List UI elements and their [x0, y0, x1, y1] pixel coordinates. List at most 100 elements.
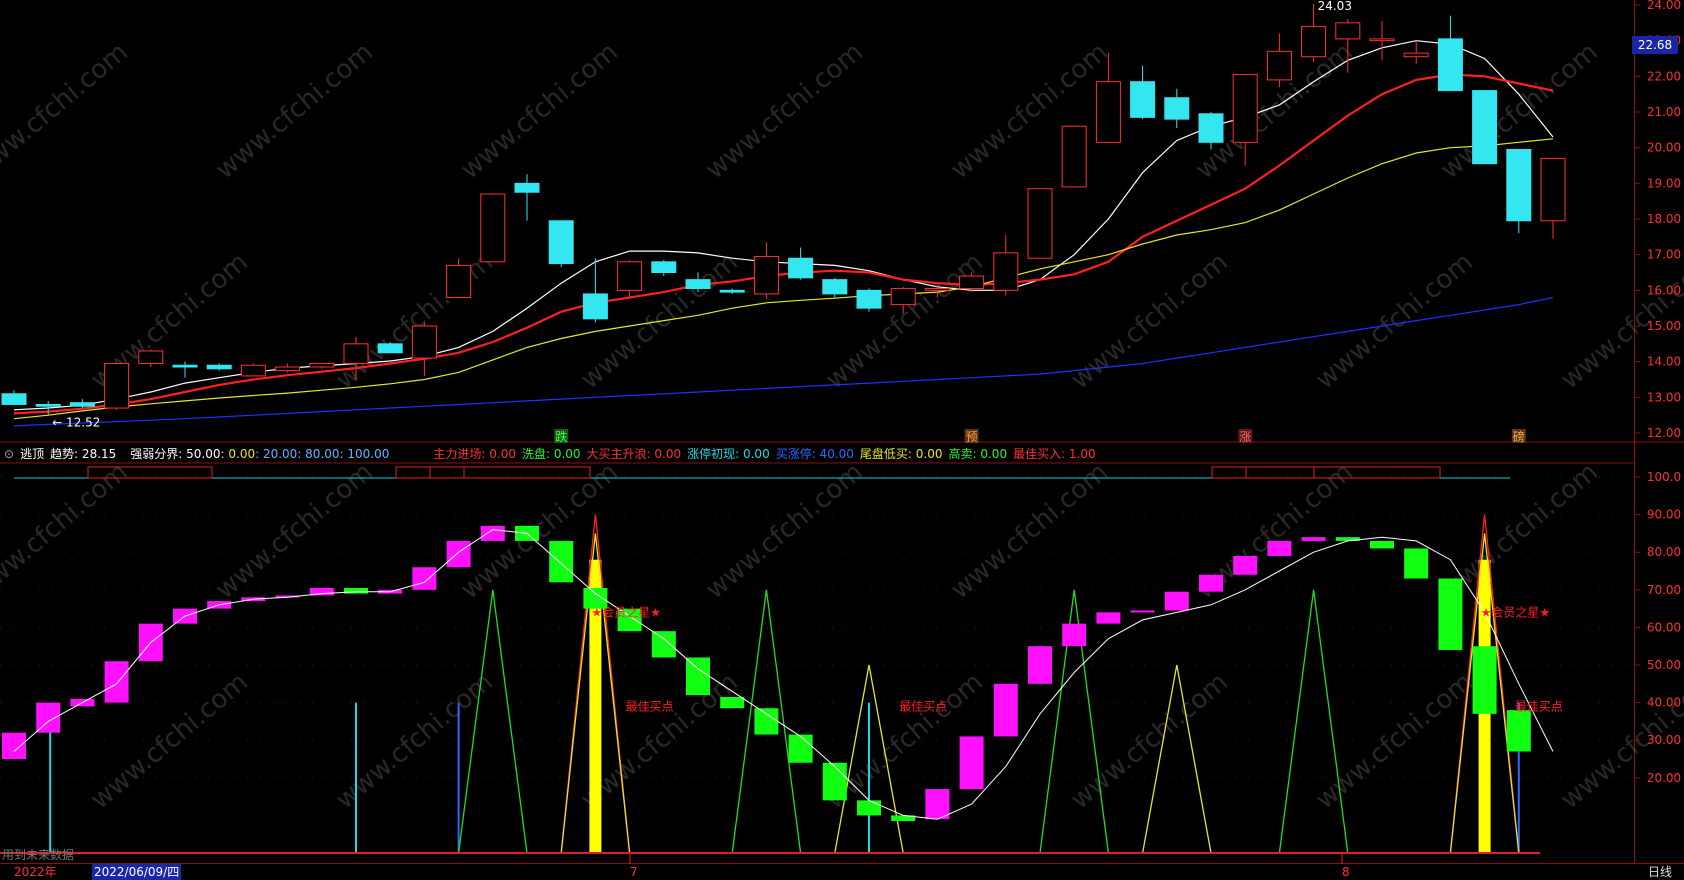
- boundary-c: : 80.00: [297, 447, 340, 461]
- signal-marker: 磅: [1513, 429, 1525, 444]
- candle-up: [959, 275, 985, 290]
- candle-down: [172, 364, 198, 368]
- month-7-label: 7: [630, 865, 638, 879]
- indicator-block-up: [480, 525, 505, 541]
- indicator-legend-item: 买涨停: 40.00: [775, 447, 854, 461]
- price-annotation: 24.03: [1318, 0, 1352, 13]
- indicator-legend-item: 最佳买入: 1.00: [1013, 447, 1096, 461]
- candle-up: [104, 362, 130, 409]
- indicator-text-mark: ★会员之星★: [1481, 605, 1551, 619]
- indicator-block-up: [925, 789, 950, 820]
- signal-marker: 预: [966, 430, 978, 444]
- candle-up: [924, 288, 950, 291]
- collapse-icon[interactable]: ⊙: [4, 447, 14, 461]
- indicator-block-up: [412, 567, 437, 590]
- indicator-block-down: [1404, 548, 1429, 579]
- price-tick-label: 24.00: [1647, 0, 1681, 12]
- candle-down: [856, 289, 882, 309]
- candle-up: [343, 343, 369, 364]
- price-tick-label: 15.00: [1647, 319, 1681, 333]
- price-tick-label: 21.00: [1647, 105, 1681, 119]
- signal-marker: 跌: [555, 429, 567, 444]
- indicator-block-down: [1506, 710, 1531, 752]
- indicator-block-down: [1438, 578, 1463, 650]
- indicator-block-down: [822, 762, 847, 801]
- candle-down: [822, 279, 848, 295]
- price-tick-label: 22.00: [1647, 69, 1681, 83]
- indicator-block-up: [1233, 555, 1258, 575]
- candle-up: [1301, 25, 1327, 58]
- candle-down: [1506, 148, 1532, 222]
- indicator-tick-label: 90.00: [1647, 508, 1681, 522]
- indicator-tick-label: 20.00: [1647, 771, 1681, 785]
- indicator-legend-item: 大买主升浪: 0.00: [586, 447, 682, 461]
- candle-up: [240, 364, 266, 377]
- indicator-block-up: [1301, 537, 1326, 541]
- candle-up: [890, 288, 916, 306]
- boundary-d: : 100.00: [339, 447, 390, 461]
- indicator-legend-item: 尾盘低买: 0.00: [859, 447, 943, 461]
- indicator-block-down: [720, 696, 745, 709]
- year-label: 2022年: [14, 865, 57, 879]
- boundary-b: : 20.00: [255, 447, 298, 461]
- price-tick-label: 17.00: [1647, 248, 1681, 262]
- month-8-label: 8: [1342, 865, 1350, 879]
- candle-down: [377, 343, 403, 354]
- candle-up: [1027, 188, 1053, 259]
- candle-up: [138, 350, 164, 364]
- indicator-block-down: [857, 800, 881, 816]
- candle-up: [617, 261, 643, 291]
- candle-down: [1437, 38, 1463, 92]
- candle-up: [1266, 50, 1292, 81]
- period-label[interactable]: 日线: [1648, 864, 1672, 880]
- future-data-note: 用到未来数据: [2, 848, 75, 862]
- indicator-block-down: [788, 734, 813, 763]
- indicator-tick-label: 40.00: [1647, 696, 1681, 710]
- indicator-legend-item: 主力进场: 0.00: [433, 447, 516, 461]
- candle-up: [1061, 125, 1087, 188]
- indicator-block-up: [1164, 591, 1189, 611]
- candle-down: [35, 403, 61, 407]
- trend-value: 趋势: 28.15: [50, 447, 117, 461]
- indicator-tick-label: 30.00: [1647, 733, 1681, 747]
- candle-up: [1403, 52, 1429, 58]
- indicator-block-down: [549, 540, 574, 583]
- indicator-block-up: [446, 540, 471, 568]
- candle-up: [275, 366, 301, 372]
- candle-up: [993, 252, 1019, 291]
- candle-up: [411, 325, 437, 359]
- candle-down: [206, 364, 232, 370]
- candle-down: [651, 261, 677, 273]
- price-tick-label: 12.00: [1647, 426, 1681, 440]
- price-tick-label: 20.00: [1647, 141, 1681, 155]
- candle-down: [1472, 90, 1498, 165]
- indicator-text-mark: 最佳买点: [899, 699, 947, 713]
- candle-down: [548, 220, 574, 265]
- price-annotation: ← 12.52: [52, 415, 100, 429]
- stock-chart-canvas[interactable]: www.cfchi.com www.cfchi.com www.cfchi.com w…: [0, 0, 1684, 880]
- candle-down: [1, 393, 27, 405]
- cursor-date: 2022/06/09/四: [92, 864, 182, 880]
- indicator-block-up: [1028, 646, 1052, 684]
- price-tick-label: 16.00: [1647, 283, 1681, 297]
- indicator-info-bar: ⊙ 逃顶 趋势: 28.15 强弱分界: 50.00: 0.00: 20.00: 80…: [4, 446, 1108, 462]
- candle-down: [69, 402, 95, 407]
- candle-up: [1335, 22, 1361, 40]
- candle-up: [753, 255, 779, 295]
- candle-down: [719, 289, 745, 293]
- indicator-block-up: [959, 736, 984, 790]
- price-tick-label: 14.00: [1647, 355, 1681, 369]
- candle-down: [788, 257, 814, 279]
- boundary-a: : 0.00: [220, 447, 256, 461]
- indicator-block-up: [1267, 540, 1292, 556]
- indicator-block-up: [1096, 612, 1121, 624]
- candle-down: [1130, 81, 1156, 118]
- candle-up: [1095, 81, 1121, 143]
- indicator-name[interactable]: 逃顶: [20, 447, 44, 461]
- candle-up: [309, 362, 335, 368]
- candle-down: [514, 182, 540, 193]
- indicator-block-up: [1130, 610, 1155, 613]
- candle-up: [1369, 38, 1395, 42]
- indicator-tick-label: 70.00: [1647, 583, 1681, 597]
- indicator-text-mark: ★会员之星★: [591, 605, 661, 619]
